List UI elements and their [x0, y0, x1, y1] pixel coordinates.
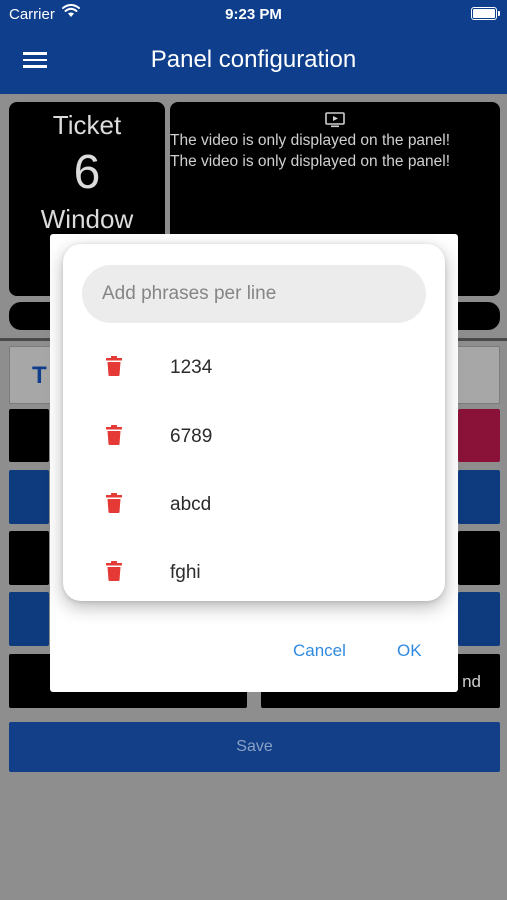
save-button[interactable]: Save [9, 722, 500, 772]
page-title: Panel configuration [150, 46, 357, 73]
delete-icon[interactable] [106, 493, 122, 513]
status-bar: Carrier 9:23 PM [0, 0, 507, 28]
phrase-text: 6789 [170, 426, 213, 447]
color-button[interactable] [9, 592, 49, 646]
delete-icon[interactable] [106, 561, 122, 581]
phrase-item: abcd [63, 479, 445, 529]
window-label: Window [40, 204, 134, 234]
phrase-item: 6789 [63, 411, 445, 461]
ticket-label: Ticket [52, 110, 122, 140]
video-icon [325, 112, 345, 128]
save-button-label: Save [236, 738, 273, 755]
phrase-item: fghi [63, 547, 445, 597]
color-button[interactable] [458, 409, 500, 462]
color-button[interactable] [458, 531, 500, 585]
outline-button-label: T [32, 362, 47, 389]
battery-icon [471, 7, 500, 20]
color-button[interactable] [9, 470, 49, 524]
color-button[interactable] [9, 531, 49, 585]
sound-button-label: nd [462, 672, 481, 691]
ok-button[interactable]: OK [397, 641, 422, 661]
delete-icon[interactable] [106, 425, 122, 445]
phrase-text: 1234 [170, 357, 213, 378]
cancel-button[interactable]: Cancel [293, 641, 346, 661]
status-time: 9:23 PM [225, 6, 282, 23]
video-notice-line: The video is only displayed on the panel… [170, 153, 451, 170]
delete-icon[interactable] [106, 356, 122, 376]
color-button[interactable] [458, 592, 500, 646]
video-notice-line: The video is only displayed on the panel… [170, 132, 451, 149]
ticket-number: 6 [73, 146, 101, 199]
phrase-item: 1234 [63, 342, 445, 392]
app-bar: Panel configuration [0, 28, 507, 94]
phrases-dialog: 1234 6789 abcd fghi Cancel OK [50, 234, 458, 692]
phrase-text: fghi [170, 562, 201, 583]
phrases-card: 1234 6789 abcd fghi [63, 244, 445, 601]
add-phrase-input[interactable] [82, 265, 426, 323]
color-button[interactable] [458, 470, 500, 524]
phrase-text: abcd [170, 494, 212, 515]
color-button[interactable] [9, 409, 49, 462]
